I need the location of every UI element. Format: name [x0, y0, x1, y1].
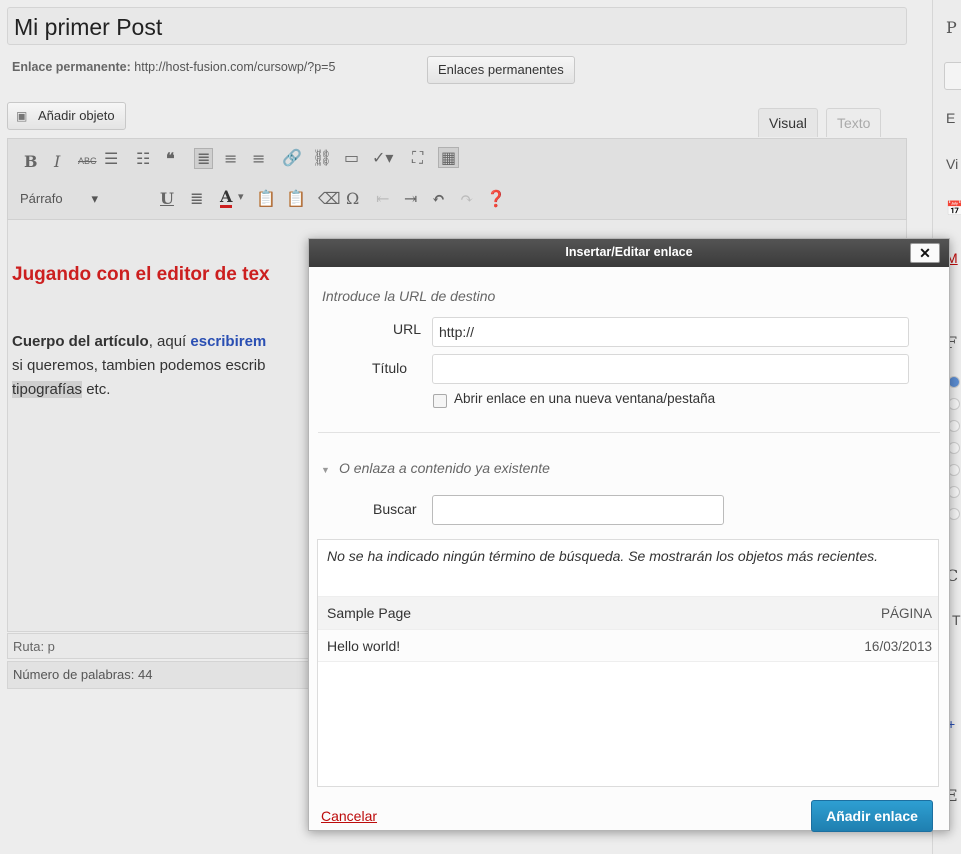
content-heading: Jugando con el editor de tex	[12, 264, 270, 285]
text-color-icon[interactable]: A	[220, 189, 233, 208]
text-color-dropdown-icon[interactable]: ▾	[238, 190, 244, 203]
undo-icon[interactable]: ↶	[432, 189, 445, 208]
permalink-row: Enlace permanente: http://host-fusion.co…	[12, 60, 335, 74]
triangle-down-icon[interactable]: ▼	[321, 465, 330, 475]
numbered-list-icon[interactable]: ☷	[136, 149, 150, 168]
result-info: PÁGINA	[880, 606, 932, 621]
kitchen-sink-icon[interactable]: ▦	[438, 147, 460, 168]
paste-text-icon[interactable]: 📋	[256, 189, 276, 208]
fullscreen-icon[interactable]: ⛶	[412, 148, 423, 168]
sidebar-item-status: E	[946, 110, 956, 126]
results-notice: No se ha indicado ningún término de búsq…	[327, 548, 878, 564]
result-title: Hello world!	[327, 638, 401, 654]
tab-text[interactable]: Texto	[826, 108, 882, 137]
sidebar-tab-all[interactable]: T	[952, 612, 961, 628]
format-select[interactable]: Párrafo ▾	[20, 191, 98, 207]
spellcheck-icon[interactable]: ✓▾	[372, 148, 393, 167]
link-title-input[interactable]	[432, 354, 909, 384]
search-results: No se ha indicado ningún término de búsq…	[317, 539, 939, 787]
content-text-end: etc.	[82, 381, 111, 398]
dialog-divider	[318, 432, 940, 433]
paste-word-icon[interactable]: 📋	[286, 189, 306, 208]
redo-icon[interactable]: ↷	[460, 189, 473, 208]
justify-icon[interactable]: ≣	[190, 189, 203, 208]
calendar-icon: 📅	[946, 200, 961, 216]
permalink-label: Enlace permanente:	[12, 60, 131, 74]
chevron-down-icon: ▾	[91, 191, 99, 206]
insert-link-icon[interactable]: 🔗	[282, 148, 302, 167]
special-char-icon[interactable]: Ω	[346, 189, 359, 208]
tab-visual[interactable]: Visual	[758, 108, 818, 137]
editor-toolbar: B I ABC ☰ ☷ ❝ ≣ ≡ ≡ 🔗 ⛓ ▭ ✓▾ ⛶ ▦ Párrafo…	[7, 138, 907, 220]
sidebar-heading-publish: P	[946, 18, 957, 37]
dialog-titlebar: Insertar/Editar enlace ✕	[309, 239, 949, 267]
existing-content-toggle[interactable]: O enlaza a contenido ya existente	[339, 460, 550, 476]
align-left-icon[interactable]: ≣	[194, 148, 214, 169]
content-highlight: tipografías	[12, 381, 83, 398]
permalink-url[interactable]: http://host-fusion.com/cursowp/?p=5	[134, 60, 335, 74]
add-link-button[interactable]: Añadir enlace	[811, 800, 933, 832]
add-media-label: Añadir objeto	[38, 108, 115, 123]
underline-button[interactable]: U	[160, 189, 174, 208]
content-link[interactable]: escribirem	[190, 333, 266, 350]
align-center-icon[interactable]: ≡	[224, 149, 237, 168]
align-right-icon[interactable]: ≡	[252, 149, 265, 168]
read-more-icon[interactable]: ▭	[344, 148, 359, 167]
url-label: URL	[393, 321, 422, 337]
dialog-title: Insertar/Editar enlace	[565, 245, 693, 259]
search-input[interactable]	[432, 495, 724, 525]
content-paragraph: Cuerpo del artículo, aquí escribirem	[12, 333, 266, 350]
result-row[interactable]: Hello world! 16/03/2013	[318, 629, 938, 662]
url-intro: Introduce la URL de destino	[322, 288, 496, 304]
bullet-list-icon[interactable]: ☰	[104, 149, 118, 168]
search-label: Buscar	[373, 501, 417, 517]
result-info: 16/03/2013	[864, 639, 932, 654]
content-text: , aquí	[148, 333, 191, 350]
cancel-link[interactable]: Cancelar	[321, 808, 377, 824]
clear-formatting-icon[interactable]: ⌫	[318, 189, 341, 208]
result-title: Sample Page	[327, 605, 412, 621]
new-tab-label[interactable]: Abrir enlace en una nueva ventana/pestañ…	[454, 391, 715, 406]
help-icon[interactable]: ❓	[486, 189, 506, 208]
strikethrough-button[interactable]: ABC	[78, 156, 97, 166]
outdent-icon[interactable]: ⇤	[376, 189, 389, 208]
sidebar-item-visibility: Vi	[946, 156, 959, 172]
result-row[interactable]: Sample Page PÁGINA	[318, 596, 938, 629]
italic-button[interactable]: I	[54, 152, 60, 171]
content-bold-text: Cuerpo del artículo	[12, 333, 149, 350]
close-icon[interactable]: ✕	[910, 243, 940, 263]
media-icon: ▣	[16, 109, 28, 123]
blockquote-icon[interactable]: ❝	[166, 149, 175, 168]
url-input[interactable]	[432, 317, 909, 347]
insert-link-dialog: Insertar/Editar enlace ✕ Introduce la UR…	[308, 238, 950, 832]
bold-button[interactable]: B	[24, 152, 38, 171]
sidebar-button[interactable]	[944, 62, 961, 90]
add-media-button[interactable]: ▣ Añadir objeto	[7, 102, 126, 130]
content-paragraph-3: tipografías etc.	[12, 381, 110, 398]
format-select-label: Párrafo	[20, 191, 63, 206]
new-tab-checkbox[interactable]	[433, 394, 447, 408]
content-paragraph-2: si queremos, tambien podemos escrib	[12, 357, 266, 374]
unlink-icon[interactable]: ⛓	[312, 148, 332, 167]
link-title-label: Título	[372, 360, 408, 376]
post-title-input[interactable]: Mi primer Post	[7, 7, 907, 45]
permalinks-button[interactable]: Enlaces permanentes	[427, 56, 575, 84]
indent-icon[interactable]: ⇥	[404, 189, 417, 208]
